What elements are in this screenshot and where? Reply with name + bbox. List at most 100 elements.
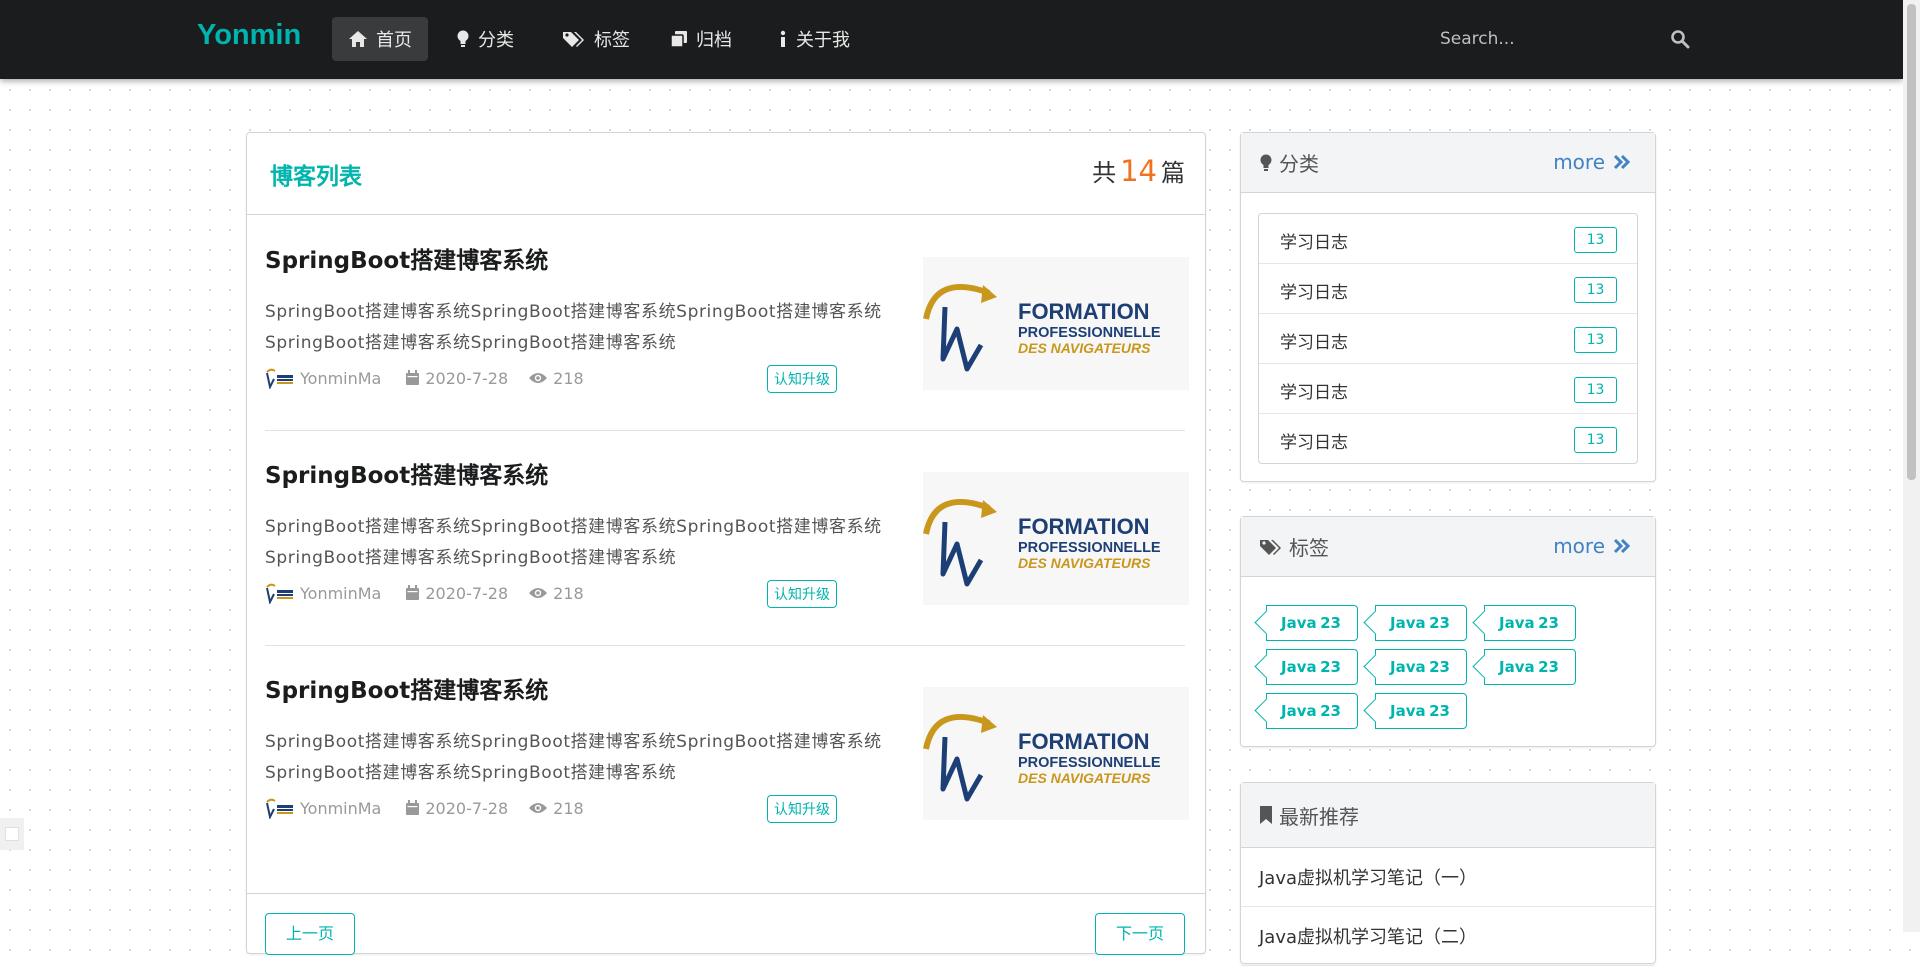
tag-label: Java: [1281, 614, 1317, 632]
nav-item-archive-label: 归档: [696, 30, 732, 51]
tag-label: Java: [1390, 702, 1426, 720]
cover-text-line3: DES NAVIGATEURS: [1018, 340, 1151, 356]
category-label: 学习日志: [1280, 433, 1348, 453]
category-label: 学习日志: [1280, 283, 1348, 303]
post-title[interactable]: SpringBoot搭建博客系统: [265, 241, 548, 275]
nav-item-home[interactable]: 首页: [332, 17, 428, 61]
tags-more-label: more: [1553, 534, 1605, 558]
prev-page-button[interactable]: 上一页: [265, 913, 356, 955]
nav-item-tags[interactable]: 标签: [546, 17, 646, 61]
blog-list-panel: 博客列表 共 14 篇 SpringBoot搭建博客系统 SpringBoot搭建博…: [246, 132, 1206, 955]
post-views: 218: [528, 799, 584, 818]
tag-pill[interactable]: Java 23: [1484, 649, 1576, 685]
post-author[interactable]: YonminMa: [300, 584, 381, 603]
search-box[interactable]: Search...: [1440, 24, 1690, 54]
categories-title: 分类: [1279, 152, 1319, 176]
brand-logo[interactable]: Yonmin: [197, 19, 301, 52]
cover-text-line1: FORMATION: [1018, 729, 1150, 754]
tag-label: Java: [1390, 614, 1426, 632]
blog-list-header: 博客列表 共 14 篇: [247, 133, 1205, 215]
home-icon: [348, 30, 368, 48]
category-item[interactable]: 学习日志 13: [1259, 264, 1637, 314]
categories-header: 分类 more: [1241, 133, 1655, 193]
post-date: 2020-7-28: [405, 799, 508, 818]
next-page-button[interactable]: 下一页: [1094, 913, 1185, 955]
cover-text-line1: FORMATION: [1018, 299, 1150, 324]
category-count: 13: [1574, 377, 1617, 403]
post-date-text: 2020-7-28: [425, 583, 509, 603]
post-author[interactable]: YonminMa: [300, 799, 381, 818]
avatar: [266, 368, 293, 389]
search-icon[interactable]: [1670, 29, 1690, 54]
category-item[interactable]: 学习日志 13: [1259, 364, 1637, 414]
post-cover-image[interactable]: FORMATION PROFESSIONNELLE DES NAVIGATEUR…: [923, 472, 1189, 605]
nav-item-archive[interactable]: 归档: [654, 17, 748, 61]
tag-count: 23: [1538, 658, 1559, 676]
post-title[interactable]: SpringBoot搭建博客系统: [265, 671, 548, 705]
post-title[interactable]: SpringBoot搭建博客系统: [265, 456, 548, 490]
lightbulb-icon: [1259, 154, 1273, 172]
search-input[interactable]: Search...: [1440, 29, 1515, 49]
post-cover-image[interactable]: FORMATION PROFESSIONNELLE DES NAVIGATEUR…: [923, 257, 1189, 390]
post-tag[interactable]: 认知升级: [767, 365, 837, 393]
cover-text-line2: PROFESSIONNELLE: [1018, 325, 1161, 341]
category-count: 13: [1574, 277, 1617, 303]
post-tag[interactable]: 认知升级: [767, 580, 837, 608]
post-count: 共 14 篇: [1092, 153, 1185, 188]
tag-pill[interactable]: Java 23: [1266, 649, 1358, 685]
post-tag[interactable]: 认知升级: [767, 795, 837, 823]
blog-list-title: 博客列表: [270, 164, 362, 190]
tag-pill[interactable]: Java 23: [1484, 605, 1576, 641]
tag-count: 23: [1538, 614, 1559, 632]
pager-divider: [247, 893, 1205, 894]
category-list: 学习日志 13 学习日志 13 学习日志 13 学习日志 13 学习日志 13: [1258, 213, 1638, 464]
double-chevron-right-icon: [1613, 154, 1631, 170]
calendar-icon: [406, 370, 420, 385]
nav-item-categories[interactable]: 分类: [440, 17, 530, 61]
categories-more-link[interactable]: more: [1553, 150, 1631, 174]
tag-label: Java: [1390, 658, 1426, 676]
floating-widget[interactable]: [0, 818, 24, 850]
page-scrollbar[interactable]: [1903, 0, 1920, 932]
post-item: SpringBoot搭建博客系统 SpringBoot搭建博客系统SpringB…: [265, 645, 1189, 860]
avatar: [266, 798, 293, 819]
tag-count: 23: [1429, 702, 1450, 720]
post-date-text: 2020-7-28: [425, 368, 509, 388]
calendar-icon: [406, 800, 420, 815]
eye-icon: [529, 803, 548, 813]
category-item[interactable]: 学习日志 13: [1259, 314, 1637, 364]
recommend-item[interactable]: Java虚拟机学习笔记（一）: [1241, 848, 1655, 907]
category-count: 13: [1574, 427, 1617, 453]
post-count-prefix: 共: [1092, 159, 1117, 187]
tag-pill[interactable]: Java 23: [1266, 605, 1358, 641]
post-cover-image[interactable]: FORMATION PROFESSIONNELLE DES NAVIGATEUR…: [923, 687, 1189, 820]
category-label: 学习日志: [1280, 333, 1348, 353]
categories-panel: 分类 more 学习日志 13 学习日志 13 学习日志 13 学习日志 13 学习日志…: [1240, 132, 1656, 482]
tags-header: 标签 more: [1241, 517, 1655, 577]
recommend-item[interactable]: Java虚拟机学习笔记（二）: [1241, 907, 1655, 966]
tags-panel: 标签 more Java 23 Java 23 Java 23 Java 23 Java…: [1240, 516, 1656, 747]
tag-pill[interactable]: Java 23: [1266, 693, 1358, 729]
category-count: 13: [1574, 227, 1617, 253]
tag-pill[interactable]: Java 23: [1375, 693, 1467, 729]
nav-item-about[interactable]: 关于我: [762, 17, 866, 61]
cover-text-line1: FORMATION: [1018, 514, 1150, 539]
post-views-count: 218: [553, 583, 584, 603]
tag-pill[interactable]: Java 23: [1375, 605, 1467, 641]
lightbulb-icon: [456, 30, 470, 48]
tag-pill[interactable]: Java 23: [1375, 649, 1467, 685]
tags-more-link[interactable]: more: [1553, 534, 1631, 558]
category-item[interactable]: 学习日志 13: [1259, 414, 1637, 463]
post-author[interactable]: YonminMa: [300, 369, 381, 388]
tag-count: 23: [1320, 702, 1341, 720]
post-date: 2020-7-28: [405, 584, 508, 603]
recommend-header: 最新推荐: [1241, 783, 1655, 848]
post-meta: YonminMa 2020-7-28 218: [265, 365, 845, 391]
category-item[interactable]: 学习日志 13: [1259, 214, 1637, 264]
post-description: SpringBoot搭建博客系统SpringBoot搭建博客系统SpringBo…: [265, 517, 882, 568]
cover-text-line2: PROFESSIONNELLE: [1018, 755, 1161, 771]
scrollbar-thumb[interactable]: [1907, 4, 1916, 480]
tag-count: 23: [1320, 658, 1341, 676]
tags-icon: [1259, 538, 1283, 556]
post-meta: YonminMa 2020-7-28 218: [265, 795, 845, 821]
